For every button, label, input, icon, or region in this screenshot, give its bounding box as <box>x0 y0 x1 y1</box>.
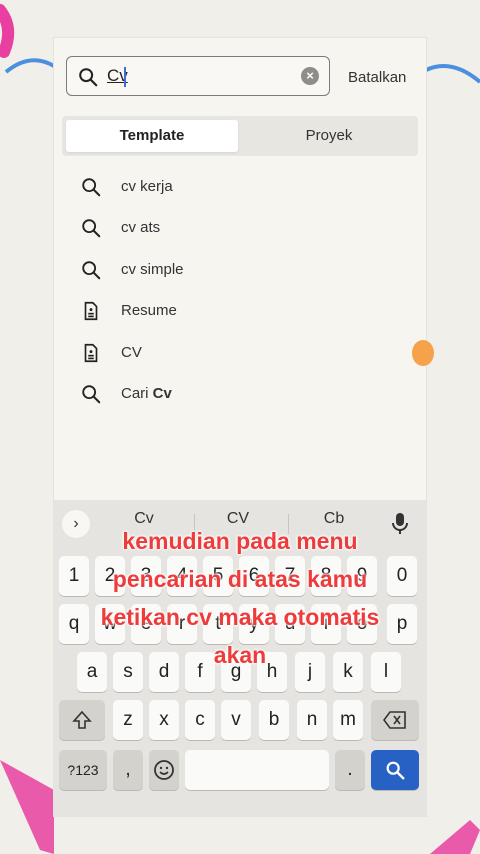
document-icon <box>84 301 98 321</box>
backspace-icon <box>383 711 406 729</box>
key-b[interactable]: b <box>259 700 289 740</box>
caption-line: ketikan cv maka otomatis <box>100 604 380 630</box>
emoji-icon <box>154 760 174 780</box>
caption-overlay: kemudian pada menu pencarian di atas kam… <box>60 522 420 674</box>
suggestion-label: CV <box>121 344 142 361</box>
suggestion-item[interactable]: cv ats <box>80 211 400 247</box>
suggestion-label: cv kerja <box>121 178 173 195</box>
suggestion-label: cv simple <box>121 261 184 278</box>
search-icon <box>386 761 405 780</box>
tab-bar: Template Proyek <box>62 116 418 156</box>
search-icon <box>79 68 98 87</box>
suggestion-item[interactable]: CV <box>80 336 400 372</box>
suggestion-label: cv ats <box>121 219 161 236</box>
key-m[interactable]: m <box>333 700 363 740</box>
symbols-key[interactable]: ?123 <box>59 750 107 790</box>
caption-line: akan <box>213 642 267 668</box>
search-input[interactable]: Cv × <box>66 56 330 96</box>
key-n[interactable]: n <box>297 700 327 740</box>
period-key[interactable]: . <box>335 750 365 790</box>
space-key[interactable] <box>185 750 329 790</box>
document-icon <box>84 343 98 363</box>
suggestion-item[interactable]: cv simple <box>80 253 400 289</box>
tab-proyek[interactable]: Proyek <box>244 120 414 152</box>
search-icon <box>82 385 101 404</box>
comma-key[interactable]: , <box>113 750 143 790</box>
suggestion-label: Cari Cv <box>121 385 172 402</box>
key-z[interactable]: z <box>113 700 143 740</box>
search-icon <box>82 261 101 280</box>
shift-key[interactable] <box>59 700 105 740</box>
search-icon <box>82 219 101 238</box>
search-key[interactable] <box>371 750 419 790</box>
suggestion-item[interactable]: Cari Cv <box>80 377 400 413</box>
key-c[interactable]: c <box>185 700 215 740</box>
text-caret <box>124 67 126 87</box>
tab-template[interactable]: Template <box>66 120 238 152</box>
shift-icon <box>72 710 92 729</box>
cancel-button[interactable]: Batalkan <box>348 69 406 86</box>
caption-line: kemudian pada menu <box>122 528 358 554</box>
key-x[interactable]: x <box>149 700 179 740</box>
suggestion-label: Resume <box>121 302 177 319</box>
caption-line: pencarian di atas kamu <box>112 566 368 592</box>
orange-handle <box>412 340 434 366</box>
emoji-key[interactable] <box>149 750 179 790</box>
suggestion-item[interactable]: Resume <box>80 294 400 330</box>
clear-icon[interactable]: × <box>301 67 319 85</box>
key-v[interactable]: v <box>221 700 251 740</box>
search-icon <box>82 178 101 197</box>
backspace-key[interactable] <box>371 700 419 740</box>
suggestion-item[interactable]: cv kerja <box>80 170 400 206</box>
app-screen: Cv × Batalkan Template Proyek cv kerja c… <box>54 38 426 816</box>
